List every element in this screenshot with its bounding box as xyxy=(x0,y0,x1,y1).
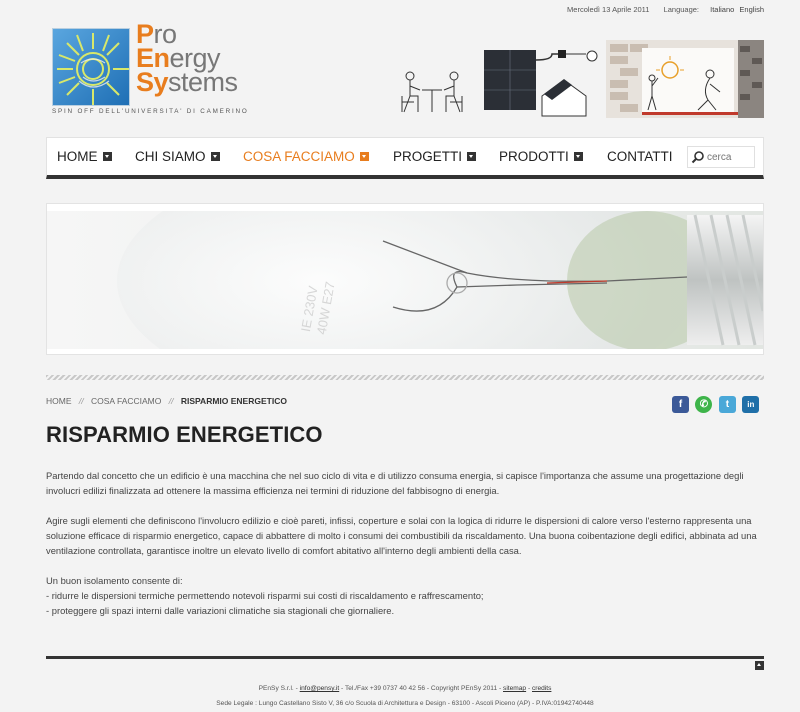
breadcrumb-link-cosa-facciamo[interactable]: COSA FACCIAMO xyxy=(91,396,161,406)
linkedin-icon[interactable]: in xyxy=(742,396,760,413)
search-input[interactable] xyxy=(707,149,753,165)
current-date: Mercoledì 13 Aprile 2011 xyxy=(567,5,650,14)
twitter-icon[interactable]: t xyxy=(718,396,736,413)
credits-link[interactable]: credits xyxy=(532,685,551,692)
main-navigation: HOME CHI SIAMO COSA FACCIAMO PROGETTI PR… xyxy=(46,137,764,179)
footer-address: Sede Legale : Lungo Castellano Sisto V, … xyxy=(216,700,594,707)
breadcrumb-separator: // xyxy=(168,396,174,406)
meeting-sketch-icon xyxy=(401,71,463,113)
chevron-down-icon xyxy=(102,152,112,161)
facebook-icon[interactable]: f xyxy=(672,396,689,413)
logo-wordmark: Pro Energy Systems xyxy=(136,19,238,97)
nav-item-contatti[interactable]: CONTATTI xyxy=(607,138,673,176)
nav-item-progetti[interactable]: PROGETTI xyxy=(393,138,477,176)
nav-item-cosa-facciamo[interactable]: COSA FACCIAMO xyxy=(243,138,369,176)
language-label: Language: xyxy=(663,5,700,14)
sitemap-link[interactable]: sitemap xyxy=(503,685,526,692)
divider xyxy=(46,375,764,380)
footer-divider xyxy=(46,656,764,659)
nav-item-prodotti[interactable]: PRODOTTI xyxy=(499,138,583,176)
social-share-bar: f ✆ t in xyxy=(670,394,760,413)
breadcrumb-current: RISPARMIO ENERGETICO xyxy=(180,396,287,406)
language-link-italiano[interactable]: Italiano xyxy=(710,5,734,14)
header-illustrations xyxy=(396,40,764,120)
nav-item-chi-siamo[interactable]: CHI SIAMO xyxy=(135,138,220,176)
page: Mercoledì 13 Aprile 2011 Language: Itali… xyxy=(46,0,764,712)
search-icon xyxy=(691,151,704,164)
list-item: - ridurre le dispersioni termiche permet… xyxy=(46,590,484,601)
breadcrumb-link-home[interactable]: HOME xyxy=(46,396,72,406)
logo-tagline: SPIN OFF DELL'UNIVERSITA' DI CAMERINO xyxy=(52,108,249,115)
paragraph: Partendo dal concetto che un edificio è … xyxy=(46,470,744,496)
light-bulb-image: IE 230V40W E27 xyxy=(47,211,763,349)
chevron-down-icon xyxy=(210,152,220,161)
chevron-down-icon xyxy=(467,152,477,161)
whatsapp-icon[interactable]: ✆ xyxy=(695,396,713,413)
email-link[interactable]: info@pensy.it xyxy=(300,685,340,692)
footer-contacts: PEnSy S.r.l. - info@pensy.it - Tel./Fax … xyxy=(258,685,552,692)
sun-logo-icon xyxy=(52,28,130,106)
solar-panel-house-icon xyxy=(484,50,598,117)
back-to-top-icon[interactable] xyxy=(755,661,764,670)
chevron-down-icon xyxy=(573,152,583,161)
list-item: - proteggere gli spazi interni dalle var… xyxy=(46,605,395,616)
breadcrumb-separator: // xyxy=(78,396,84,406)
breadcrumb: HOME // COSA FACCIAMO // RISPARMIO ENERG… xyxy=(46,396,287,406)
article-body: Partendo dal concetto che un edificio è … xyxy=(46,468,764,618)
paragraph: Agire sugli elementi che definiscono l'i… xyxy=(46,515,757,556)
hero-image: IE 230V 40W E27 xyxy=(46,203,764,355)
top-bar: Mercoledì 13 Aprile 2011 Language: Itali… xyxy=(567,5,764,14)
search-box[interactable] xyxy=(687,146,755,168)
list-intro: Un buon isolamento consente di: xyxy=(46,575,183,586)
language-link-english[interactable]: English xyxy=(739,5,764,14)
nav-item-home[interactable]: HOME xyxy=(57,138,112,176)
chevron-down-icon xyxy=(359,152,369,161)
insulated-wall-sketch-icon xyxy=(606,40,764,118)
page-title: RISPARMIO ENERGETICO xyxy=(46,422,323,447)
logo[interactable]: Pro Energy Systems SPIN OFF DELL'UNIVERS… xyxy=(52,19,262,115)
